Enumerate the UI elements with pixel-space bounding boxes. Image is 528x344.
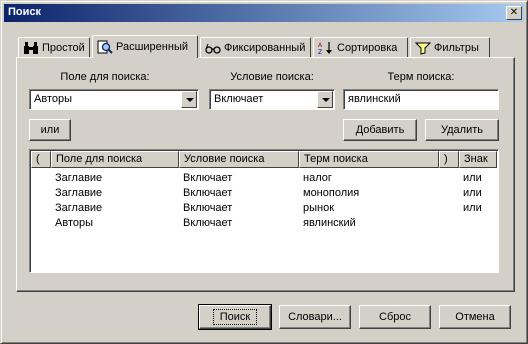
tab-advanced-label: Расширенный	[116, 41, 188, 53]
delete-button[interactable]: Удалить	[425, 119, 499, 141]
conditions-table[interactable]: ( Поле для поиска Условие поиска Терм по…	[29, 149, 499, 273]
svg-text:A: A	[318, 42, 323, 49]
close-button[interactable]: ✕	[506, 6, 522, 20]
table-header-close-paren[interactable]: )	[439, 151, 459, 168]
table-header-sign[interactable]: Знак	[459, 151, 497, 168]
field-select-value: Авторы	[34, 93, 72, 105]
tab-advanced[interactable]: Расширенный	[92, 35, 198, 58]
cell-condition: Включает	[183, 217, 233, 229]
dictionaries-button[interactable]: Словари...	[279, 305, 351, 329]
sort-az-icon: A Z	[318, 41, 334, 56]
cell-term: монополия	[303, 187, 360, 199]
condition-select-value: Включает	[214, 93, 264, 105]
window-title: Поиск	[8, 6, 42, 18]
title-bar: Поиск ✕	[4, 4, 524, 22]
cell-field: Заглавие	[55, 172, 103, 184]
search-button[interactable]: Поиск	[198, 304, 272, 330]
cell-sign: или	[463, 172, 482, 184]
glasses-icon	[205, 41, 221, 55]
cell-field: Авторы	[55, 217, 93, 229]
tab-filters[interactable]: Фильтры	[410, 37, 490, 57]
cell-field: Заглавие	[55, 202, 103, 214]
tab-sort[interactable]: A Z Сортировка	[313, 37, 408, 57]
reset-button[interactable]: Сброс	[359, 305, 431, 329]
cell-term: налог	[303, 172, 332, 184]
field-select[interactable]: Авторы	[29, 89, 199, 110]
table-header-term[interactable]: Терм поиска	[299, 151, 439, 168]
add-button[interactable]: Добавить	[343, 119, 417, 141]
cell-condition: Включает	[183, 187, 233, 199]
cell-sign: или	[463, 202, 482, 214]
chevron-down-icon[interactable]	[317, 91, 333, 108]
condition-select[interactable]: Включает	[209, 89, 335, 110]
search-button-label: Поиск	[212, 309, 258, 325]
or-button[interactable]: или	[29, 119, 71, 141]
cell-term: явлинский	[303, 217, 356, 229]
svg-text:Z: Z	[318, 49, 322, 55]
tab-fixed[interactable]: Фиксированный	[200, 37, 311, 57]
chevron-down-icon[interactable]	[181, 91, 197, 108]
tab-fixed-label: Фиксированный	[224, 41, 306, 54]
binoculars-icon	[23, 41, 39, 55]
tab-simple[interactable]: Простой	[18, 37, 90, 57]
tab-filters-label: Фильтры	[434, 41, 479, 54]
cell-sign: или	[463, 187, 482, 199]
cell-field: Заглавие	[55, 187, 103, 199]
table-header-open-paren[interactable]: (	[31, 151, 51, 168]
search-dialog: Поиск ✕ Простой Расширенный Фиксированны…	[0, 0, 528, 344]
cell-condition: Включает	[183, 172, 233, 184]
search-document-icon	[97, 40, 113, 54]
cell-condition: Включает	[183, 202, 233, 214]
tab-simple-label: Простой	[42, 41, 85, 54]
cell-term: рынок	[303, 202, 335, 214]
tab-sort-label: Сортировка	[337, 41, 398, 54]
term-input[interactable]: явлинский	[343, 89, 499, 110]
cancel-button[interactable]: Отмена	[439, 305, 511, 329]
funnel-icon	[414, 41, 432, 55]
table-header-field[interactable]: Поле для поиска	[51, 151, 179, 168]
table-header-condition[interactable]: Условие поиска	[179, 151, 299, 168]
